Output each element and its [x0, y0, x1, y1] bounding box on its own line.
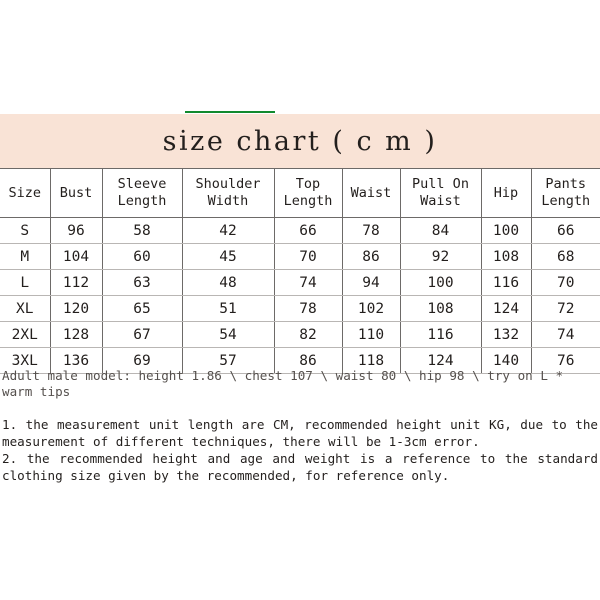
cell-shoulder-width: 48 [181, 269, 275, 296]
table-row: 2XL 128 67 54 82 110 116 132 74 [0, 321, 600, 348]
column-header-size: Size [0, 168, 51, 218]
header-label-line2: Waist [420, 193, 461, 209]
cell-shoulder-width: 51 [181, 295, 275, 322]
cell-shoulder-width: 45 [181, 243, 275, 270]
header-label: Waist [350, 184, 392, 201]
cell-pull-on-waist: 84 [399, 217, 482, 244]
table-row: XL 120 65 51 78 102 108 124 72 [0, 295, 600, 322]
cell-shoulder-width: 54 [181, 321, 275, 348]
cell-waist: 94 [341, 269, 401, 296]
table-row: M 104 60 45 70 86 92 108 68 [0, 243, 600, 270]
cell-pants-length: 74 [530, 321, 600, 348]
header-label-line2: Length [283, 193, 333, 209]
cell-hip: 132 [480, 321, 532, 348]
cell-hip: 100 [480, 217, 532, 244]
cell-shoulder-width: 42 [181, 217, 275, 244]
cell-top-length: 70 [273, 243, 343, 270]
cell-sleeve-length: 67 [101, 321, 183, 348]
cell-hip: 124 [480, 295, 532, 322]
column-header-shoulder-width: Shoulder Width [181, 168, 275, 218]
cell-pull-on-waist: 108 [399, 295, 482, 322]
header-label: Shoulder [195, 176, 261, 193]
green-accent-rule [185, 111, 275, 113]
header-label: Pull On [412, 176, 469, 193]
cell-waist: 102 [341, 295, 401, 322]
header-label: Hip [493, 184, 519, 201]
cell-size: 2XL [0, 321, 51, 348]
size-chart-table: Size Bust Sleeve Length Shoulder Width T… [0, 168, 600, 374]
cell-top-length: 78 [273, 295, 343, 322]
cell-sleeve-length: 63 [101, 269, 183, 296]
cell-bust: 128 [49, 321, 103, 348]
header-label: Top [295, 176, 321, 193]
cell-bust: 120 [49, 295, 103, 322]
table-row: L 112 63 48 74 94 100 116 70 [0, 269, 600, 296]
page-title: size chart ( c m ) [162, 125, 438, 157]
column-header-pull-on-waist: Pull On Waist [399, 168, 482, 218]
table-row: S 96 58 42 66 78 84 100 66 [0, 217, 600, 244]
cell-waist: 110 [341, 321, 401, 348]
cell-pull-on-waist: 100 [399, 269, 482, 296]
cell-size: L [0, 269, 51, 296]
header-label: Pants [545, 176, 587, 193]
header-label: Bust [59, 184, 93, 201]
header-label-line2: Length [541, 193, 591, 209]
notes-section: Adult male model: height 1.86 \ chest 10… [0, 368, 600, 484]
header-label: Size [8, 184, 41, 201]
cell-hip: 116 [480, 269, 532, 296]
header-label-line2: Length [117, 193, 167, 209]
column-header-waist: Waist [341, 168, 401, 218]
cell-top-length: 74 [273, 269, 343, 296]
note-measurement-unit: 1. the measurement unit length are CM, r… [2, 417, 598, 449]
cell-pull-on-waist: 116 [399, 321, 482, 348]
cell-pull-on-waist: 92 [399, 243, 482, 270]
cell-sleeve-length: 60 [101, 243, 183, 270]
cell-pants-length: 72 [530, 295, 600, 322]
title-banner: size chart ( c m ) [0, 114, 600, 168]
cell-pants-length: 70 [530, 269, 600, 296]
cell-waist: 86 [341, 243, 401, 270]
cell-size: S [0, 217, 51, 244]
cell-bust: 112 [49, 269, 103, 296]
cell-bust: 96 [49, 217, 103, 244]
cell-waist: 78 [341, 217, 401, 244]
cell-sleeve-length: 58 [101, 217, 183, 244]
size-chart-page: size chart ( c m ) Size Bust Sleeve Leng… [0, 0, 600, 600]
header-label: Sleeve [117, 176, 167, 193]
notes-spacer [0, 400, 600, 416]
cell-top-length: 66 [273, 217, 343, 244]
column-header-pants-length: Pants Length [530, 168, 600, 218]
cell-hip: 108 [480, 243, 532, 270]
column-header-sleeve-length: Sleeve Length [101, 168, 183, 218]
cell-top-length: 82 [273, 321, 343, 348]
note-size-reference: 2. the recommended height and age and we… [2, 451, 598, 483]
cell-size: M [0, 243, 51, 270]
table-header-row: Size Bust Sleeve Length Shoulder Width T… [0, 168, 600, 218]
cell-sleeve-length: 65 [101, 295, 183, 322]
cell-size: XL [0, 295, 51, 322]
model-measurements-note: Adult male model: height 1.86 \ chest 10… [2, 368, 564, 399]
cell-bust: 104 [49, 243, 103, 270]
cell-pants-length: 66 [530, 217, 600, 244]
cell-pants-length: 68 [530, 243, 600, 270]
column-header-top-length: Top Length [273, 168, 343, 218]
header-label-line2: Width [207, 193, 249, 209]
column-header-bust: Bust [49, 168, 103, 218]
column-header-hip: Hip [480, 168, 532, 218]
